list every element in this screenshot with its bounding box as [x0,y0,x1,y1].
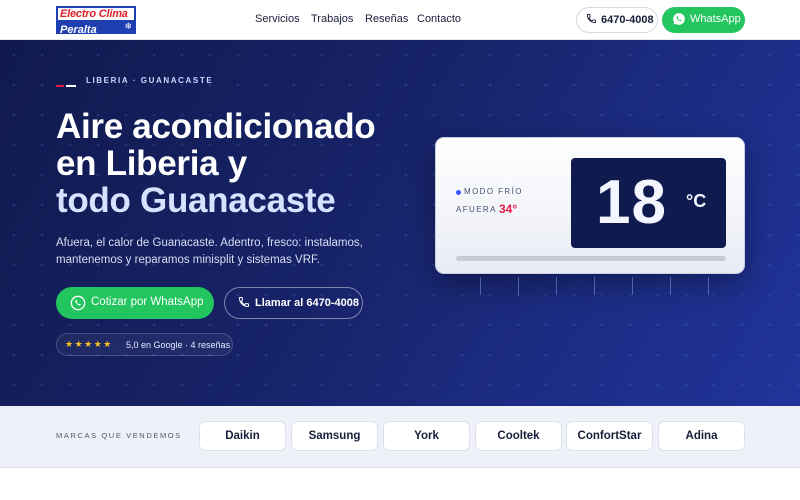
hero-title-line2: en Liberia y [56,144,247,183]
phone-icon [238,296,250,311]
nav-contacto[interactable]: Contacto [417,13,461,25]
header-phone-button[interactable]: 6470-4008 [576,7,658,33]
ac-mode-label: MODO FRÍO [464,187,523,196]
ac-unit-display: MODO FRÍO AFUERA 34° 18 °C [435,137,745,274]
hero-section: LIBERIA · GUANACASTE Aire acondicionado … [0,40,800,406]
brand-adina: Adina [658,421,745,451]
brand-york: York [383,421,470,451]
header-whatsapp-button[interactable]: WhatsApp [662,7,745,33]
logo-line1: Electro Clima [60,8,128,20]
header-phone-label: 6470-4008 [601,14,654,26]
google-rating-badge[interactable]: ★★★★★ 5,0 en Google · 4 reseñas [56,333,233,356]
eyebrow-red-dash [56,85,64,87]
hero-title-line1: Aire acondicionado [56,107,376,146]
outside-temp-value: 34° [499,202,518,216]
mode-indicator-led [456,190,461,195]
nav-servicios[interactable]: Servicios [255,13,300,25]
airflow-line [518,277,519,295]
nav-resenas[interactable]: Reseñas [365,13,408,25]
brand-cooltek: Cooltek [475,421,562,451]
logo[interactable]: Electro Clima Peralta ❄ [56,6,136,36]
cta-call-button[interactable]: Llamar al 6470-4008 [224,287,363,319]
hero-title-line3: todo Guanacaste [56,181,336,220]
hero-title: Aire acondicionado en Liberia y todo Gua… [56,107,376,220]
whatsapp-icon [70,295,86,314]
phone-icon [586,13,597,27]
ac-vent [456,256,726,261]
cta-whatsapp-label: Cotizar por WhatsApp [91,296,204,308]
snowflake-icon: ❄ [124,21,132,31]
brand-samsung: Samsung [291,421,378,451]
cta-whatsapp-button[interactable]: Cotizar por WhatsApp [56,287,214,319]
logo-line2: Peralta [60,24,97,36]
ac-temperature-value: 18 [596,168,667,237]
star-rating-icons: ★★★★★ [65,339,113,349]
airflow-line [632,277,633,295]
airflow-line [708,277,709,295]
airflow-line [556,277,557,295]
brand-daikin: Daikin [199,421,286,451]
rating-text: 5,0 en Google · 4 reseñas [126,340,231,350]
ac-temperature-screen: 18 °C [571,158,726,248]
airflow-line [480,277,481,295]
airflow-line [670,277,671,295]
brands-strip: MARCAS QUE VENDEMOS Daikin Samsung York … [0,406,800,468]
brand-confortstar: ConfortStar [566,421,653,451]
site-header: Electro Clima Peralta ❄ Servicios Trabaj… [0,0,800,40]
eyebrow-white-dash [66,85,76,87]
outside-temp-label: AFUERA [456,205,497,214]
logo-line2-band: Peralta [58,20,134,36]
nav-trabajos[interactable]: Trabajos [311,13,353,25]
hero-eyebrow-text: LIBERIA · GUANACASTE [86,76,214,85]
brands-label: MARCAS QUE VENDEMOS [56,431,182,440]
header-whatsapp-label: WhatsApp [690,13,741,25]
hero-subtitle: Afuera, el calor de Guanacaste. Adentro,… [56,237,363,266]
airflow-line [594,277,595,295]
whatsapp-icon [672,12,686,29]
cta-call-label: Llamar al 6470-4008 [255,297,359,309]
ac-temperature-unit: °C [686,191,707,211]
